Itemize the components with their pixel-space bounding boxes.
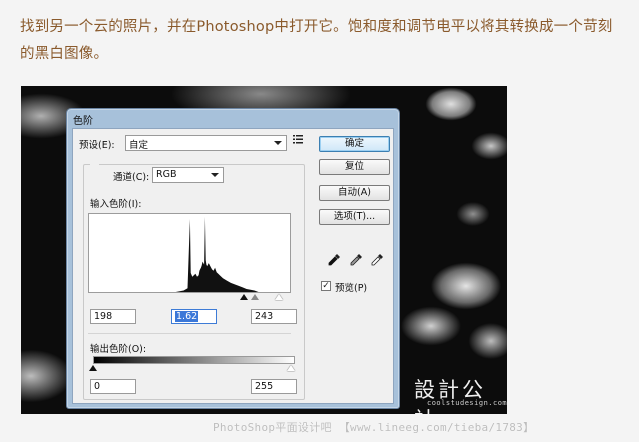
gray-eyedropper-icon[interactable] [349, 252, 363, 266]
dialog-title: 色阶 [73, 116, 93, 127]
preset-label: 预设(E): [79, 140, 115, 151]
input-gamma-field[interactable]: 1.62 [171, 309, 217, 324]
output-levels-slider[interactable] [89, 365, 295, 375]
site-logo-subtitle: coolstudesign.com [427, 399, 507, 407]
output-black-slider-handle[interactable] [89, 365, 97, 371]
preset-value: 自定 [129, 140, 149, 151]
input-black-field[interactable]: 198 [90, 309, 136, 324]
black-eyedropper-icon[interactable] [327, 252, 341, 266]
chevron-down-icon [211, 173, 219, 177]
histogram-area [89, 216, 290, 292]
article-caption: 找到另一个云的照片，并在Photoshop中打开它。饱和度和调节电平以将其转换成… [20, 19, 613, 62]
chevron-down-icon [274, 141, 282, 145]
output-black-field[interactable]: 0 [90, 379, 136, 394]
levels-dialog: 色阶 预设(E): 自定 · 通道(C): RGB [66, 108, 400, 409]
preview-label: 预览(P) [335, 283, 368, 294]
input-black-slider-handle[interactable] [240, 294, 248, 300]
output-gradient-bar [93, 356, 295, 364]
histogram-plot [89, 216, 290, 292]
input-gamma-value: 1.62 [175, 311, 199, 322]
levels-histogram [88, 213, 291, 293]
input-levels-label: 输入色阶(I): [90, 199, 142, 210]
input-white-field[interactable]: 243 [251, 309, 297, 324]
channel-value: RGB [156, 169, 177, 180]
output-white-slider-handle[interactable] [287, 365, 295, 371]
channel-dropdown[interactable]: RGB [152, 167, 224, 183]
section-divider [88, 333, 291, 334]
input-white-slider-handle[interactable] [275, 294, 283, 300]
options-button[interactable]: 选项(T)... [319, 209, 390, 225]
channel-label: 通道(C): [113, 172, 150, 183]
preset-dropdown[interactable]: 自定 [125, 135, 287, 151]
input-levels-slider[interactable] [88, 294, 291, 304]
white-eyedropper-icon[interactable] [370, 252, 384, 266]
channel-row: · [90, 157, 100, 168]
site-logo: 設計公社 [414, 378, 486, 414]
output-levels-label: 输出色阶(O): [90, 344, 147, 355]
ok-button[interactable]: 确定 [319, 136, 390, 152]
input-gamma-slider-handle[interactable] [251, 294, 259, 300]
preview-checkbox[interactable]: ✓ [321, 281, 331, 291]
output-white-field[interactable]: 255 [251, 379, 297, 394]
reset-button[interactable]: 复位 [319, 159, 390, 175]
auto-button[interactable]: 自动(A) [319, 185, 390, 201]
dialog-client-area: 预设(E): 自定 · 通道(C): RGB 输入色阶(I): [72, 128, 394, 404]
footer-watermark: PhotoShop平面设计吧 【www.lineeg.com/tieba/178… [213, 421, 535, 434]
preset-menu-icon[interactable] [293, 135, 303, 144]
